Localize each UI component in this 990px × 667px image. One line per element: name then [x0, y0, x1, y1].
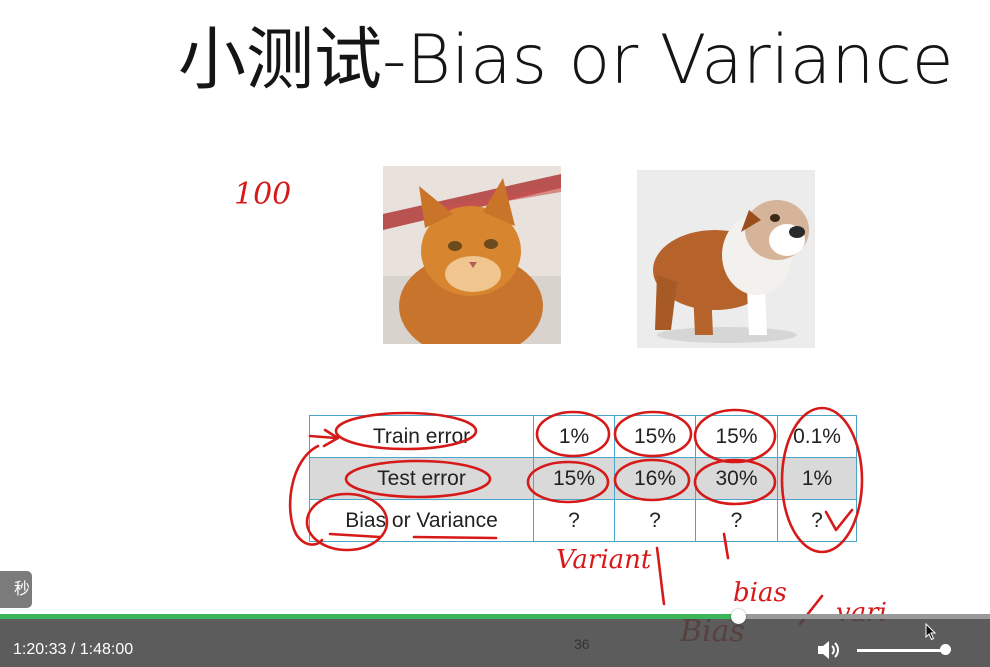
bias-variance-table: Train error 1% 15% 15% 0.1% Test error 1… [309, 415, 857, 542]
volume-handle[interactable] [940, 644, 951, 655]
table-cell: 30% [695, 457, 778, 500]
table-cell: 1% [777, 457, 857, 500]
table-cell: 16% [614, 457, 696, 500]
page-number: 36 [574, 636, 590, 652]
time-display: 1:20:33 / 1:48:00 [13, 640, 133, 660]
slide: 小测试-Bias or Variance Train error 1% 15% … [0, 0, 990, 620]
table-cell: ? [695, 499, 778, 542]
table-cell-label: Train error [309, 415, 534, 458]
toast-notification: 秒 [0, 571, 32, 608]
dog-photo [637, 170, 815, 348]
table-row-bias-or-variance: Bias or Variance ? ? ? ? [309, 499, 857, 542]
table-cell: 15% [533, 457, 615, 500]
table-row-train-error: Train error 1% 15% 15% 0.1% [309, 415, 857, 458]
progress-handle[interactable] [730, 609, 746, 624]
table-cell: ? [533, 499, 615, 542]
duration: 1:48:00 [79, 641, 134, 658]
progress-fill [0, 614, 738, 619]
progress-bar[interactable] [0, 609, 990, 624]
slide-title: 小测试-Bias or Variance [178, 21, 954, 100]
table-cell: ? [777, 499, 857, 542]
video-player-controls: 1:20:33 / 1:48:00 [0, 609, 990, 667]
table-row-test-error: Test error 15% 16% 30% 1% [309, 457, 857, 500]
time-separator: / [70, 641, 76, 658]
table-cell: 0.1% [777, 415, 857, 458]
cat-photo [383, 166, 561, 344]
table-cell: ? [614, 499, 696, 542]
table-cell-label: Test error [309, 457, 534, 500]
table-cell: 15% [614, 415, 696, 458]
table-cell-label: Bias or Variance [309, 499, 534, 542]
volume-fill [857, 649, 945, 652]
mouse-cursor-icon [925, 622, 937, 641]
current-time: 1:20:33 [13, 641, 67, 658]
table-cell: 15% [695, 415, 778, 458]
volume-icon[interactable] [816, 639, 840, 661]
volume-slider[interactable] [857, 644, 951, 655]
table-cell: 1% [533, 415, 615, 458]
